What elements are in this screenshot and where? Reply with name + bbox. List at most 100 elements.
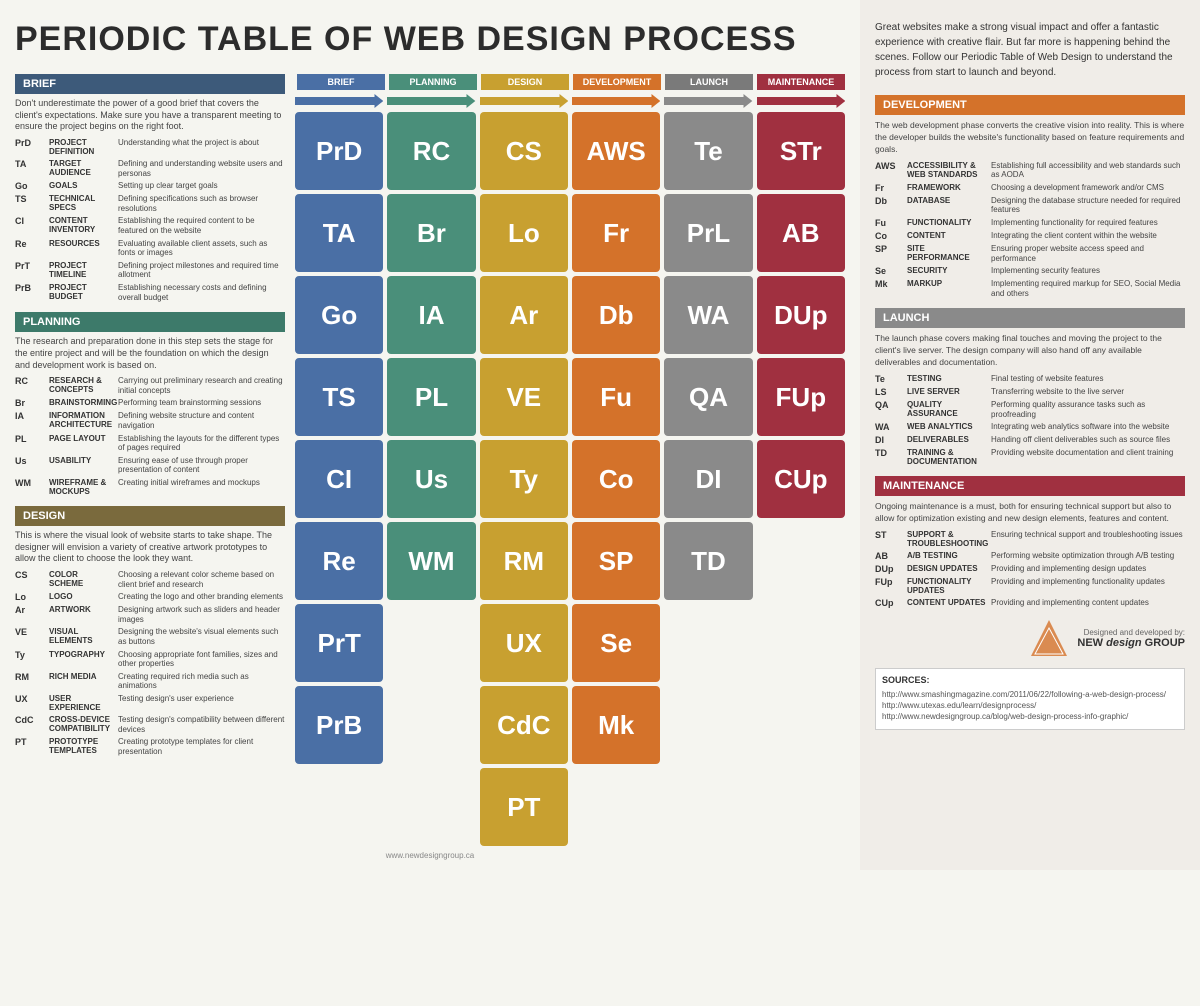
right-development: DEVELOPMENT The web development phase co… <box>875 95 1185 298</box>
right-item-code: Db <box>875 196 903 206</box>
item-desc: Testing design's compatibility between d… <box>118 715 285 734</box>
main-title: PERIODIC TABLE OF WEB DESIGN PROCESS <box>15 20 845 59</box>
table-cell: TA <box>295 194 383 272</box>
table-row: PrTUXSe <box>295 604 845 682</box>
list-item: CUp CONTENT UPDATES Providing and implem… <box>875 598 1185 608</box>
table-row: PrBCdCMk <box>295 686 845 764</box>
item-code: PrB <box>15 283 45 293</box>
list-item: Ar ARTWORK Designing artwork such as sli… <box>15 605 285 624</box>
item-code: CI <box>15 216 45 226</box>
list-item: PL PAGE LAYOUT Establishing the layouts … <box>15 434 285 453</box>
table-cell: Se <box>572 604 660 682</box>
item-desc: Performing team brainstorming sessions <box>118 398 285 408</box>
list-item: TS TECHNICAL SPECS Defining specificatio… <box>15 194 285 213</box>
item-name: BRAINSTORMING <box>49 398 114 407</box>
item-desc: Defining and understanding website users… <box>118 159 285 178</box>
table-row: ReWMRMSPTD <box>295 522 845 600</box>
item-desc: Choosing appropriate font families, size… <box>118 650 285 669</box>
right-item-desc: Providing and implementing content updat… <box>991 598 1185 608</box>
item-name: GOALS <box>49 181 114 190</box>
list-item: Fu FUNCTIONALITY Implementing functional… <box>875 218 1185 228</box>
item-name: CONTENT INVENTORY <box>49 216 114 234</box>
arrow-launch <box>664 94 752 108</box>
item-desc: Carrying out preliminary research and cr… <box>118 376 285 395</box>
table-cell: PrD <box>295 112 383 190</box>
item-desc: Defining website structure and content n… <box>118 411 285 430</box>
website-url: www.newdesigngroup.ca <box>15 851 845 860</box>
table-cell <box>664 686 752 764</box>
right-item-desc: Ensuring proper website access speed and… <box>991 244 1185 263</box>
sources-box: SOURCES: http://www.smashingmagazine.com… <box>875 668 1185 730</box>
table-row: TABrLoFrPrLAB <box>295 194 845 272</box>
table-cell: PT <box>480 768 568 846</box>
item-code: TA <box>15 159 45 169</box>
item-code: RM <box>15 672 45 682</box>
source-link: http://www.newdesigngroup.ca/blog/web-de… <box>882 711 1178 722</box>
list-item: DI DELIVERABLES Handing off client deliv… <box>875 435 1185 445</box>
right-item-name: MARKUP <box>907 279 987 288</box>
table-cell: UX <box>480 604 568 682</box>
table-cell: QA <box>664 358 752 436</box>
table-cell: PL <box>387 358 475 436</box>
table-cell <box>387 768 475 846</box>
column-headers: BRIEF PLANNING DESIGN DEVELOPMENT LAUNCH… <box>295 74 845 90</box>
table-row: CIUsTyCoDICUp <box>295 440 845 518</box>
right-item-code: Co <box>875 231 903 241</box>
list-item: VE VISUAL ELEMENTS Designing the website… <box>15 627 285 646</box>
right-item-desc: Establishing full accessibility and web … <box>991 161 1185 180</box>
table-cell: PrB <box>295 686 383 764</box>
right-item-name: QUALITY ASSURANCE <box>907 400 987 418</box>
right-item-desc: Implementing functionality for required … <box>991 218 1185 228</box>
table-cell: DI <box>664 440 752 518</box>
right-item-desc: Handing off client deliverables such as … <box>991 435 1185 445</box>
element-grid: PrDRCCSAWSTeSTrTABrLoFrPrLABGoIAArDbWADU… <box>295 112 845 846</box>
list-item: AWS ACCESSIBILITY & WEB STANDARDS Establ… <box>875 161 1185 180</box>
right-item-name: FUNCTIONALITY <box>907 218 987 227</box>
design-section: DESIGN This is where the visual look of … <box>15 506 285 756</box>
sources-title: SOURCES: <box>882 675 1178 685</box>
table-cell <box>757 686 845 764</box>
table-cell <box>757 768 845 846</box>
right-item-name: WEB ANALYTICS <box>907 422 987 431</box>
item-code: PL <box>15 434 45 444</box>
table-cell: STr <box>757 112 845 190</box>
item-name: WIREFRAME & MOCKUPS <box>49 478 114 496</box>
sources-links: http://www.smashingmagazine.com/2011/06/… <box>882 689 1178 723</box>
item-code: VE <box>15 627 45 637</box>
item-desc: Establishing the layouts for the differe… <box>118 434 285 453</box>
list-item: Re RESOURCES Evaluating available client… <box>15 239 285 258</box>
item-code: Lo <box>15 592 45 602</box>
right-item-code: AB <box>875 551 903 561</box>
list-item: FUp FUNCTIONALITY UPDATES Providing and … <box>875 577 1185 595</box>
list-item: CS COLOR SCHEME Choosing a relevant colo… <box>15 570 285 589</box>
right-item-name: LIVE SERVER <box>907 387 987 396</box>
item-name: INFORMATION ARCHITECTURE <box>49 411 114 429</box>
list-item: Us USABILITY Ensuring ease of use throug… <box>15 456 285 475</box>
item-code: Ty <box>15 650 45 660</box>
right-item-code: DUp <box>875 564 903 574</box>
source-link: http://www.utexas.edu/learn/designproces… <box>882 700 1178 711</box>
item-desc: Designing the website's visual elements … <box>118 627 285 646</box>
item-name: COLOR SCHEME <box>49 570 114 588</box>
right-item-desc: Integrating web analytics software into … <box>991 422 1185 432</box>
item-name: TECHNICAL SPECS <box>49 194 114 212</box>
right-item-desc: Providing and implementing design update… <box>991 564 1185 574</box>
arrow-maint <box>757 94 845 108</box>
arrow-design <box>480 94 568 108</box>
arrows-row <box>295 94 845 108</box>
list-item: TA TARGET AUDIENCE Defining and understa… <box>15 159 285 178</box>
list-item: PrT PROJECT TIMELINE Defining project mi… <box>15 261 285 280</box>
design-desc: This is where the visual look of website… <box>15 530 285 565</box>
list-item: UX USER EXPERIENCE Testing design's user… <box>15 694 285 712</box>
right-item-code: AWS <box>875 161 903 171</box>
list-item: QA QUALITY ASSURANCE Performing quality … <box>875 400 1185 419</box>
list-item: Fr FRAMEWORK Choosing a development fram… <box>875 183 1185 193</box>
logo-icon <box>1029 618 1069 658</box>
right-item-code: CUp <box>875 598 903 608</box>
list-item: SP SITE PERFORMANCE Ensuring proper webs… <box>875 244 1185 263</box>
table-cell: VE <box>480 358 568 436</box>
right-item-desc: Final testing of website features <box>991 374 1185 384</box>
right-item-desc: Providing website documentation and clie… <box>991 448 1185 458</box>
item-name: USABILITY <box>49 456 114 465</box>
list-item: RM RICH MEDIA Creating required rich med… <box>15 672 285 691</box>
